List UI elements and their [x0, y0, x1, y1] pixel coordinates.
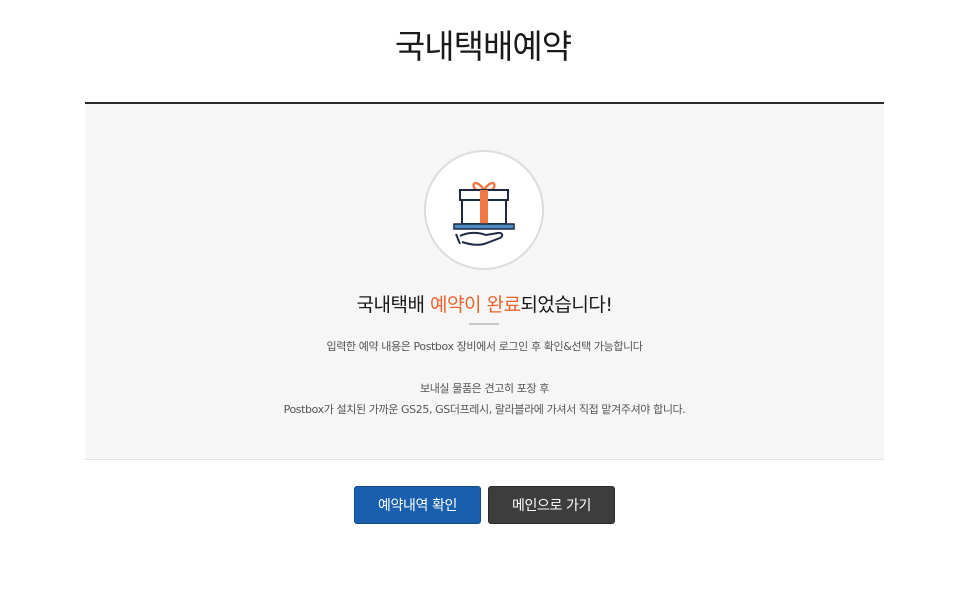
- icon-circle: [424, 150, 544, 270]
- go-main-button[interactable]: 메인으로 가기: [488, 486, 615, 524]
- headline-prefix: 국내택배: [356, 294, 430, 316]
- description-line-2: 보내실 물품은 견고히 포장 후: [419, 382, 550, 395]
- headline-divider: [469, 323, 499, 325]
- gift-box-on-hand-icon: [453, 181, 515, 246]
- reservation-complete-page: 국내택배예약 국내택배 예약이 완료되었습니다! 입력한 예약 내용은 Post…: [0, 0, 966, 611]
- headline-highlight: 예약이 완료: [429, 294, 521, 316]
- headline-suffix: 되었습니다!: [520, 294, 613, 316]
- completion-panel: 국내택배 예약이 완료되었습니다! 입력한 예약 내용은 Postbox 장비에…: [85, 102, 884, 460]
- check-reservation-button[interactable]: 예약내역 확인: [354, 486, 481, 524]
- completion-headline: 국내택배 예약이 완료되었습니다!: [85, 290, 884, 317]
- description-line-3: Postbox가 설치된 가까운 GS25, GS더프레시, 랄라블라에 가셔서…: [283, 403, 686, 416]
- page-title: 국내택배예약: [394, 27, 572, 66]
- description-line-1: 입력한 예약 내용은 Postbox 장비에서 로그인 후 확인&선택 가능합니…: [326, 340, 643, 353]
